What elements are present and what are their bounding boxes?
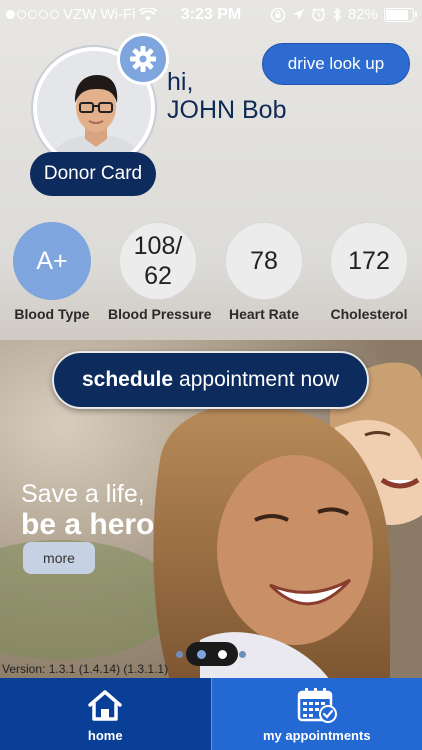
battery-icon — [384, 7, 417, 22]
tab-bar: home my appointments — [0, 678, 422, 750]
home-icon — [86, 686, 124, 724]
alarm-icon — [312, 7, 325, 22]
drive-look-up-button[interactable]: drive look up — [262, 43, 410, 85]
donor-card-button[interactable]: Donor Card — [30, 152, 156, 196]
schedule-appointment-button[interactable]: schedule appointment now — [52, 351, 369, 409]
stat-label: Blood Pressure — [108, 306, 212, 322]
tab-my-appointments-label: my appointments — [262, 727, 371, 743]
stat-blood-type[interactable]: A+ Blood Type — [2, 222, 102, 322]
stat-value: 108/ 62 — [119, 222, 197, 300]
settings-button[interactable] — [117, 33, 169, 85]
version-label: Version: 1.3.1 (1.4.14) (1.3.1.1) — [2, 662, 169, 676]
page-indicator[interactable] — [186, 642, 238, 666]
location-arrow-icon — [292, 9, 304, 20]
hero-text: Save a life, be a hero — [21, 480, 154, 542]
schedule-bold-label: schedule — [82, 368, 174, 391]
stat-label: Blood Type — [14, 306, 90, 322]
stat-blood-pressure[interactable]: 108/ 62 Blood Pressure — [108, 222, 212, 322]
stat-value: A+ — [13, 222, 91, 300]
tab-home[interactable]: home — [0, 678, 212, 750]
stat-heart-rate[interactable]: 78 Heart Rate — [214, 222, 314, 322]
stat-value: 78 — [225, 222, 303, 300]
bluetooth-icon — [333, 7, 341, 22]
calendar-check-icon — [296, 686, 338, 724]
status-right: 82% — [270, 6, 417, 23]
schedule-rest-label: appointment now — [179, 368, 339, 391]
rotation-lock-icon — [270, 7, 286, 22]
stat-cholesterol[interactable]: 172 Cholesterol — [319, 222, 419, 322]
hero-tagline: Save a life, — [21, 480, 145, 508]
hero-headline: be a hero — [21, 508, 155, 541]
status-bar: VZW Wi-Fi 3:23 PM 82% — [0, 0, 422, 30]
battery-percent: 82% — [347, 6, 378, 23]
tab-my-appointments[interactable]: my appointments — [211, 678, 422, 750]
pager-edge-dot — [176, 651, 183, 658]
pager-edge-dot — [239, 651, 246, 658]
stat-label: Heart Rate — [228, 306, 300, 322]
tab-home-label: home — [87, 727, 123, 743]
stat-value: 172 — [330, 222, 408, 300]
gear-icon — [130, 46, 156, 72]
more-button[interactable]: more — [23, 542, 95, 574]
user-name: JOHN Bob — [167, 96, 287, 124]
stat-label: Cholesterol — [330, 306, 408, 322]
page-dot[interactable] — [218, 649, 227, 659]
page-dot-active[interactable] — [197, 649, 206, 659]
